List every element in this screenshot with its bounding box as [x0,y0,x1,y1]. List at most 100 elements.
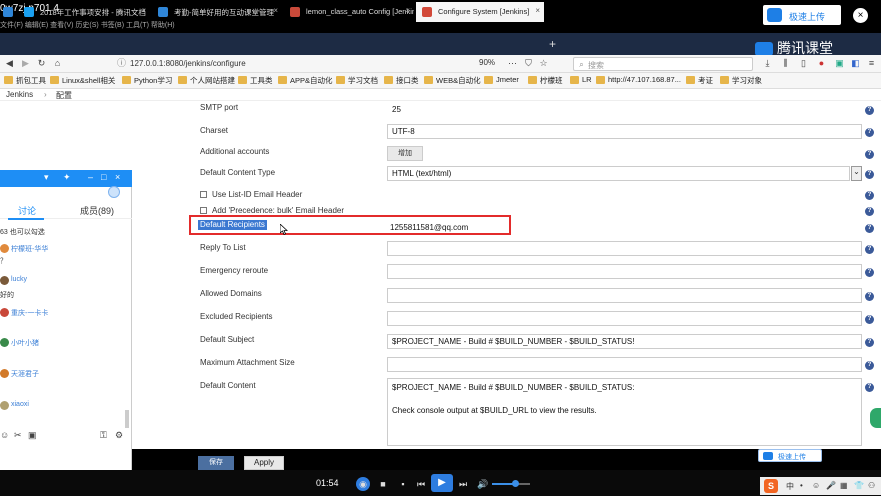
list-id-checkbox[interactable] [200,191,207,198]
floating-helper-tab[interactable] [870,408,881,428]
home-icon[interactable]: ⌂ [52,58,63,69]
bookmark-item[interactable]: 个人网站搭建 [178,75,235,86]
help-icon[interactable]: ? [865,338,874,347]
extension-icon[interactable]: ● [816,58,827,69]
bookmark-item[interactable]: Jmeter [484,75,519,84]
search-input[interactable]: ⌕ 搜索 [573,57,753,71]
allowed-domains-field[interactable] [387,288,862,303]
sync-icon[interactable]: ◧ [850,58,861,69]
help-icon[interactable]: ? [865,207,874,216]
dropdown-icon[interactable]: ⌄ [851,166,862,181]
close-icon[interactable]: × [273,6,278,15]
keyboard-icon[interactable]: ▦ [840,481,848,490]
breadcrumb-root[interactable]: Jenkins [6,90,33,99]
chat-username[interactable]: 小叶小猪 [11,338,39,348]
help-icon[interactable]: ? [865,383,874,392]
play-button[interactable]: ▶ [431,474,453,492]
bookmark-item[interactable]: 学习文档 [336,75,378,86]
volume-knob[interactable] [511,480,519,487]
tools-icon[interactable]: ⚿ [100,430,107,441]
help-icon[interactable]: ? [865,128,874,137]
zoom-level[interactable]: 90% [479,58,495,67]
ime-language[interactable]: 中 [786,481,794,492]
maximize-icon[interactable]: □ [101,172,106,182]
chat-scrollbar[interactable] [125,410,129,428]
sidebar-icon[interactable]: ▯ [798,58,809,69]
image-icon[interactable]: ▣ [28,430,37,441]
charset-field[interactable]: UTF-8 [387,124,862,139]
bookmark-item[interactable]: APP&自动化 [278,75,333,86]
help-icon[interactable]: ? [865,268,874,277]
tab-members[interactable]: 成员(89) [80,204,114,217]
new-tab-button[interactable]: + [549,37,556,51]
bookmark-item[interactable]: 抓包工具 [4,75,46,86]
stop-square-icon[interactable]: ▪ [396,477,410,491]
forward-icon[interactable]: ▶ [20,58,31,69]
tab-attendance[interactable]: 考勤-简单好用的互动课堂管理 × [152,2,282,22]
library-icon[interactable]: ⫼ [780,58,791,69]
chat-username[interactable]: 天涯君子 [11,369,39,379]
tab-work-plan[interactable]: 2018年工作事项安排 - 腾讯文档 × [18,2,150,22]
menu-icon[interactable]: ≡ [866,58,877,69]
reload-icon[interactable]: ↻ [36,58,47,69]
next-icon[interactable]: ⏭ [456,477,470,491]
bookmark-item[interactable]: 工具类 [238,75,273,86]
help-icon[interactable]: ? [865,170,874,179]
excluded-recipients-field[interactable] [387,311,862,326]
previous-icon[interactable]: ⏮ [414,477,428,491]
bookmark-item[interactable]: 学习对象 [720,75,762,86]
bookmark-item[interactable]: LR [570,75,592,84]
close-icon[interactable]: × [115,172,120,182]
default-subject-field[interactable]: $PROJECT_NAME - Build # $BUILD_NUMBER - … [387,334,862,349]
add-account-button[interactable]: 增加 [387,146,423,161]
bookmark-item[interactable]: 考证 [686,75,713,86]
settings-icon[interactable]: ⚙ [115,430,123,441]
bookmark-item[interactable]: WEB&自动化 [424,75,481,86]
emergency-reroute-field[interactable] [387,264,862,279]
back-icon[interactable]: ◀ [4,58,15,69]
close-icon[interactable]: × [853,8,868,23]
help-icon[interactable]: ? [865,191,874,200]
upload-button-small[interactable]: 极速上传 [758,449,822,462]
help-icon[interactable]: ? [865,150,874,159]
default-recipients-field[interactable]: 1255811581@qq.com [390,223,468,232]
content-type-select[interactable]: HTML (text/html) [387,166,850,181]
help-icon[interactable]: ? [865,315,874,324]
bookmark-item[interactable]: Linux&shell相关 [50,75,115,86]
breadcrumb-current[interactable]: 配置 [56,90,72,101]
bookmark-item[interactable]: 柠檬班 [528,75,563,86]
smtp-port-field[interactable]: 25 [387,102,862,117]
url-bar[interactable]: 127.0.0.1:8080/jenkins/configure [130,57,500,71]
bookmark-star-icon[interactable]: ☆ [538,58,549,69]
save-button[interactable]: 保存 [198,456,234,470]
skin-icon[interactable]: 👕 [854,481,864,490]
scissors-icon[interactable]: ✂ [14,430,22,441]
close-icon[interactable]: × [405,6,410,15]
chat-username[interactable]: xiaoxi [11,401,29,408]
bookmark-item[interactable]: http://47.107.168.87... [596,75,681,84]
reply-to-field[interactable] [387,241,862,256]
chat-username[interactable]: 柠檬班-华华 [11,244,48,254]
tab-configure-system[interactable]: Configure System [Jenkins] × [416,2,544,22]
bookmark-item[interactable]: 接口类 [384,75,419,86]
apply-button[interactable]: Apply [244,456,284,470]
precedence-checkbox[interactable] [200,207,207,214]
close-icon[interactable]: × [535,6,540,15]
chat-username[interactable]: lucky [11,276,27,283]
upload-button[interactable]: 极速上传 [763,5,841,25]
emoji-icon[interactable]: ☺ [0,430,9,440]
more-icon[interactable]: ⋯ [507,58,518,69]
help-icon[interactable]: ? [865,361,874,370]
help-icon[interactable]: ? [865,292,874,301]
max-attachment-field[interactable] [387,357,862,372]
tab-discussion[interactable]: 讨论 [18,204,36,217]
chevron-down-icon[interactable]: ▾ [44,172,49,183]
tab-lemon-config[interactable]: lemon_class_auto Config [Jenkins] × [284,2,414,22]
info-icon[interactable]: ⓘ [116,58,127,69]
screenshot-icon[interactable]: ▣ [834,58,845,69]
bookmark-item[interactable]: Python学习 [122,75,172,86]
emoji-icon[interactable]: ☺ [812,481,820,490]
download-icon[interactable]: ⤓ [762,58,773,69]
chat-username[interactable]: 重庆-一卡卡 [11,308,48,318]
punctuation-icon[interactable]: • [800,481,803,490]
